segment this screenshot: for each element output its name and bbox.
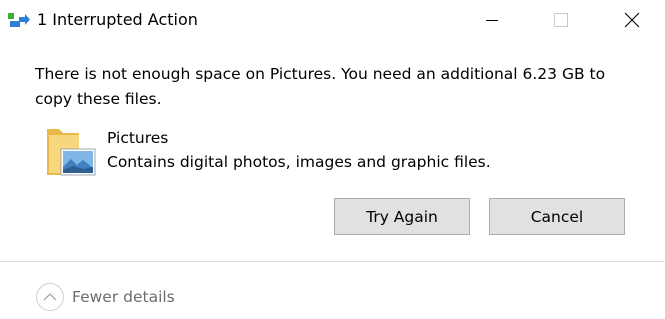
error-message: There is not enough space on Pictures. Y… bbox=[35, 65, 606, 108]
maximize-button[interactable] bbox=[538, 0, 584, 40]
try-again-button[interactable]: Try Again bbox=[334, 198, 470, 235]
chevron-up-circle-icon bbox=[35, 282, 65, 312]
minimize-icon bbox=[486, 20, 498, 21]
title-bar[interactable]: 1 Interrupted Action bbox=[0, 0, 665, 40]
location-description: Contains digital photos, images and grap… bbox=[107, 153, 491, 171]
minimize-button[interactable] bbox=[469, 0, 515, 40]
fewer-details-label: Fewer details bbox=[72, 288, 175, 306]
location-name: Pictures bbox=[107, 129, 169, 147]
close-button[interactable] bbox=[609, 0, 655, 40]
cancel-button[interactable]: Cancel bbox=[489, 198, 625, 235]
interrupted-action-dialog: 1 Interrupted Action There is not enough… bbox=[0, 0, 665, 319]
divider bbox=[0, 261, 665, 262]
maximize-icon bbox=[554, 13, 568, 27]
pictures-folder-icon bbox=[43, 123, 99, 181]
fewer-details-toggle[interactable]: Fewer details bbox=[35, 282, 195, 312]
copy-transfer-icon bbox=[8, 11, 30, 29]
window-title: 1 Interrupted Action bbox=[37, 10, 198, 29]
close-icon bbox=[624, 12, 640, 28]
